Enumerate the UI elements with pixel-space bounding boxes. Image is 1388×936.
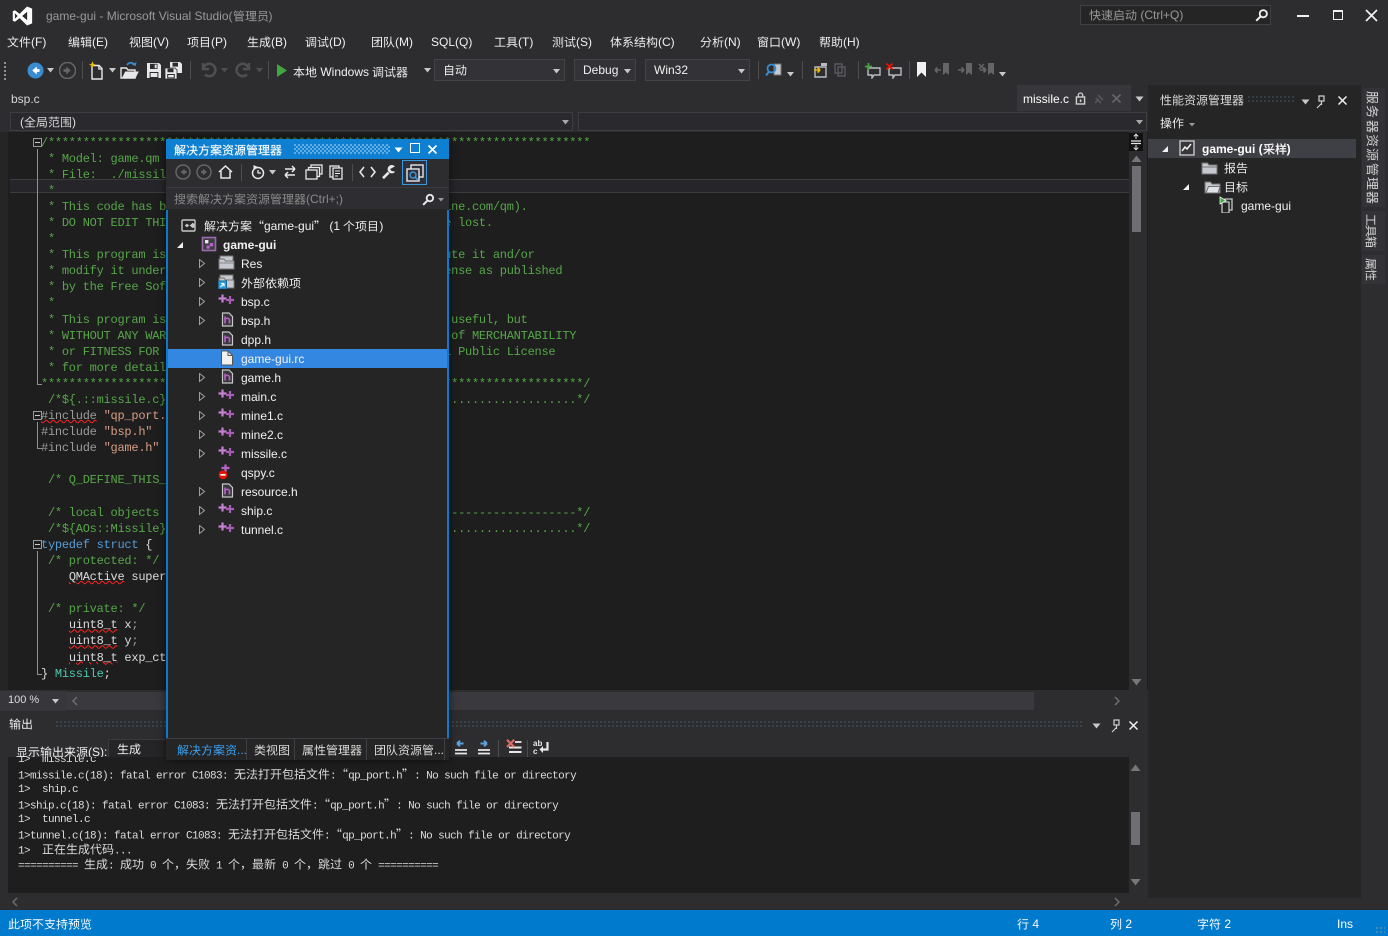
svg-text:c: c [533,747,538,756]
